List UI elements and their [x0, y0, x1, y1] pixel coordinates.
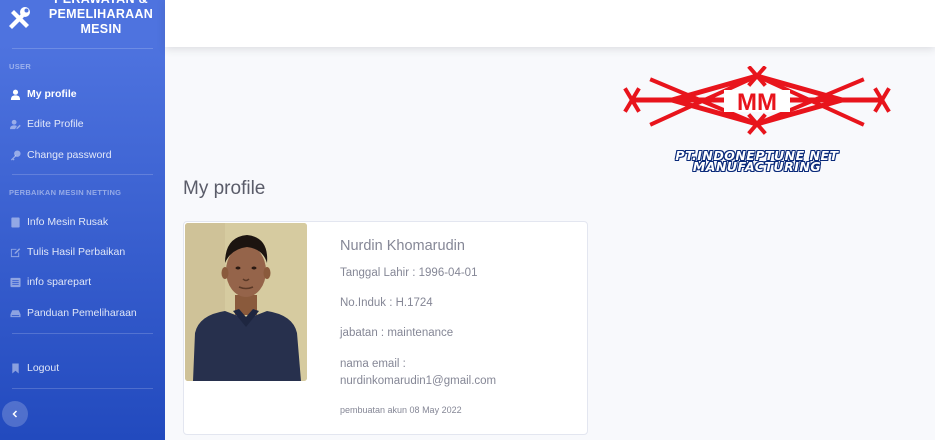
sidebar-item-info-mesin-rusak[interactable]: Info Mesin Rusak — [9, 213, 108, 231]
sidebar-item-label: Logout — [27, 362, 60, 374]
profile-position: jabatan : maintenance — [340, 327, 454, 339]
profile-name: Nurdin Khomarudin — [340, 238, 465, 254]
sidebar-item-logout[interactable]: Logout — [9, 359, 59, 377]
list-icon — [9, 276, 21, 288]
sidebar-item-label: Tulis Hasil Perbaikan — [27, 246, 126, 258]
profile-employee-number: No.Induk : H.1724 — [340, 297, 433, 309]
sidebar-item-change-password[interactable]: Change password — [9, 146, 112, 164]
key-icon — [9, 149, 21, 161]
sidebar-toggle-button[interactable] — [2, 401, 28, 427]
sidebar-item-label: My profile — [27, 88, 77, 100]
user-icon — [9, 88, 21, 100]
profile-email-label: nama email : — [340, 358, 406, 370]
profile-photo — [185, 223, 307, 381]
book-icon — [9, 216, 21, 228]
profile-card: Nurdin Khomarudin Tanggal Lahir : 1996-0… — [183, 221, 588, 435]
sidebar-item-my-profile[interactable]: My profile — [9, 85, 77, 103]
sidebar-item-label: Edite Profile — [27, 118, 84, 130]
topbar — [165, 0, 935, 47]
sidebar-item-tulis-hasil-perbaikan[interactable]: Tulis Hasil Perbaikan — [9, 243, 125, 261]
chevron-left-icon — [12, 410, 18, 418]
sidebar-divider — [12, 388, 153, 389]
profile-email: nurdinkomarudin1@gmail.com — [340, 375, 497, 387]
sidebar-brand[interactable]: PERAWATAN & PEMELIHARAAN MESIN — [0, 0, 165, 48]
bookmark-icon — [9, 362, 21, 374]
sidebar-item-panduan-pemeliharaan[interactable]: Panduan Pemeliharaan — [9, 304, 137, 322]
profile-birth-date: Tanggal Lahir : 1996-04-01 — [340, 267, 478, 279]
edit-icon — [9, 246, 21, 258]
sidebar: PERAWATAN & PEMELIHARAAN MESIN USER My p… — [0, 0, 165, 440]
sidebar-item-label: Panduan Pemeliharaan — [27, 307, 137, 319]
sidebar-heading-user: USER — [9, 62, 32, 71]
profile-account-created: pembuatan akun 08 May 2022 — [340, 405, 462, 415]
sidebar-divider — [12, 174, 153, 175]
sidebar-item-label: Change password — [27, 149, 112, 161]
sidebar-divider — [12, 48, 153, 49]
sidebar-heading-perbaikan: PERBAIKAN MESIN NETTING — [9, 188, 122, 197]
sidebar-item-label: info sparepart — [27, 276, 92, 288]
sidebar-item-label: Info Mesin Rusak — [27, 216, 109, 228]
logo-initials: MM — [737, 89, 777, 116]
profile-email-block: nama email : nurdinkomarudin1@gmail.com — [340, 356, 496, 390]
tools-icon — [9, 7, 30, 29]
logo-caption: PT.INDONEPTUNE NET MANUFACTURING — [612, 149, 902, 174]
sidebar-item-info-sparepart[interactable]: info sparepart — [9, 273, 91, 291]
user-edit-icon — [9, 118, 21, 130]
hdd-icon — [9, 307, 21, 319]
brand-title: PERAWATAN & PEMELIHARAAN MESIN — [48, 0, 154, 36]
sidebar-divider — [12, 333, 153, 334]
sidebar-item-edite-profile[interactable]: Edite Profile — [9, 115, 84, 133]
logo-caption-line2: MANUFACTURING — [692, 159, 822, 174]
page-title: My profile — [183, 178, 266, 199]
